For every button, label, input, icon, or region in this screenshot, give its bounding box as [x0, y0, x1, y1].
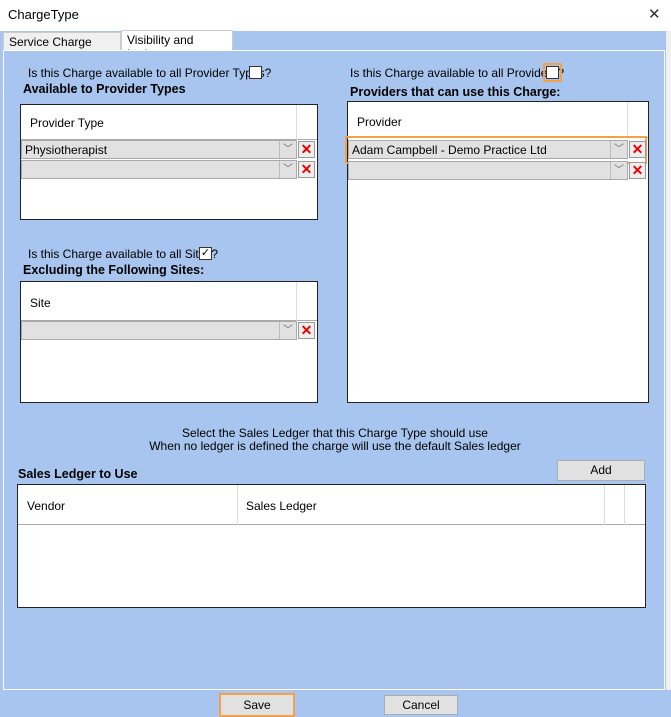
providers-grid: Provider Adam Campbell - Demo Practice L… [345, 101, 649, 403]
column-header-site: Site [30, 296, 51, 310]
selected-value: Physiotherapist [25, 143, 108, 157]
close-icon[interactable]: ✕ [648, 5, 661, 23]
ledger-info-line1: Select the Sales Ledger that this Charge… [182, 426, 488, 440]
tab-service-charge-details[interactable]: Service Charge Details [3, 32, 121, 63]
window-title: ChargeType [8, 7, 79, 22]
window-edge [666, 31, 671, 690]
all-provider-types-checkbox[interactable] [249, 66, 262, 79]
title-bar: ChargeType ✕ [0, 0, 671, 31]
providers-heading: Providers that can use this Charge: [350, 85, 561, 99]
column-header-provider-type: Provider Type [30, 116, 104, 130]
column-header-provider: Provider [357, 115, 402, 129]
site-select[interactable]: ﹀ [21, 321, 297, 340]
providers-question: Is this Charge available to all Provider… [350, 66, 565, 80]
ledger-info-line2: When no ledger is defined the charge wil… [149, 439, 521, 453]
chevron-down-icon: ﹀ [279, 161, 296, 178]
delete-row-icon[interactable]: ✕ [298, 161, 315, 178]
sites-question: Is this Charge available to all Sites? [28, 247, 219, 261]
all-providers-checkbox[interactable] [543, 63, 562, 82]
provider-types-question: Is this Charge available to all Provider… [28, 66, 272, 80]
provider-types-heading: Available to Provider Types [23, 82, 186, 96]
delete-row-icon[interactable]: ✕ [629, 141, 646, 158]
chevron-down-icon: ﹀ [610, 162, 627, 179]
selected-value: Adam Campbell - Demo Practice Ltd [352, 143, 547, 157]
add-button[interactable]: Add [557, 460, 645, 481]
chevron-down-icon: ﹀ [610, 141, 627, 158]
delete-row-icon[interactable]: ✕ [629, 162, 646, 179]
ledger-heading: Sales Ledger to Use [18, 467, 138, 481]
column-header-vendor[interactable]: Vendor [27, 499, 65, 513]
provider-select-empty[interactable]: ﹀ [348, 161, 628, 180]
save-button[interactable]: Save [219, 693, 295, 717]
all-sites-checkbox[interactable]: ✓ [199, 247, 212, 260]
chevron-down-icon: ﹀ [279, 322, 296, 339]
tab-panel: Is this Charge available to all Provider… [3, 50, 665, 690]
provider-select[interactable]: Adam Campbell - Demo Practice Ltd ﹀ [348, 140, 628, 159]
tab-visibility-and-ledgers[interactable]: Visibility and Ledgers [121, 30, 233, 61]
delete-row-icon[interactable]: ✕ [298, 141, 315, 158]
chevron-down-icon: ﹀ [279, 141, 296, 158]
sites-grid: Site ﹀ ✕ [20, 281, 318, 403]
provider-types-grid: Provider Type Physiotherapist ﹀ ✕ ﹀ ✕ [20, 104, 318, 220]
provider-type-select-empty[interactable]: ﹀ [21, 160, 297, 179]
delete-row-icon[interactable]: ✕ [298, 322, 315, 339]
provider-type-select[interactable]: Physiotherapist ﹀ [21, 140, 297, 159]
sites-heading: Excluding the Following Sites: [23, 263, 205, 277]
cancel-button[interactable]: Cancel [384, 695, 458, 715]
sales-ledger-grid: Vendor Sales Ledger [17, 484, 646, 608]
column-header-sales-ledger[interactable]: Sales Ledger [246, 499, 317, 513]
